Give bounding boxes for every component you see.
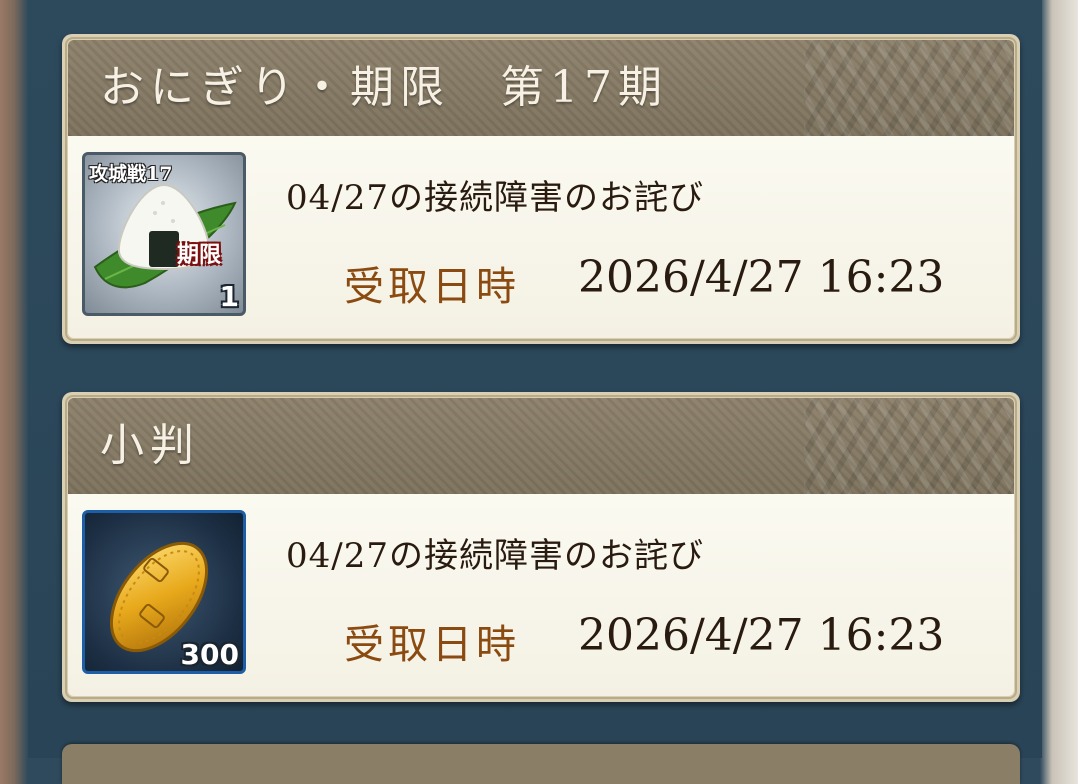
header-weave-pattern [804,398,1014,494]
mail-item-card[interactable]: 小判 300 04/27の接続障害のお詫び 受取日時 2026/4/27 16:… [62,392,1020,702]
item-message: 04/27の接続障害のお詫び [286,178,704,218]
icon-event-label: 攻城戦17 [89,163,173,185]
icon-expiry-badge: 期限 [176,242,221,268]
icon-quantity: 300 [180,638,239,671]
onigiri-icon: 攻城戦17 期限 1 [82,152,246,316]
received-date: 2026/4/27 16:23 [578,610,945,661]
received-label: 受取日時 [344,622,520,668]
item-title: おにぎり・期限 第17期 [100,62,668,113]
item-title: 小判 [100,420,200,471]
koban-icon: 300 [82,510,246,674]
card-body: 攻城戦17 期限 1 04/27の接続障害のお詫び 受取日時 2026/4/27… [68,136,1014,338]
header-weave-pattern [804,40,1014,136]
card-body: 300 04/27の接続障害のお詫び 受取日時 2026/4/27 16:23 [68,494,1014,696]
mail-item-card[interactable]: おにぎり・期限 第17期 攻城戦17 期限 1 04/27の接続障害のお詫び 受… [62,34,1020,344]
card-header: おにぎり・期限 第17期 [68,40,1014,136]
card-header: 小判 [68,398,1014,494]
icon-quantity: 1 [219,280,239,313]
next-mail-item-card-partial[interactable] [62,744,1020,784]
received-date: 2026/4/27 16:23 [578,252,945,303]
received-label: 受取日時 [344,264,520,310]
item-message: 04/27の接続障害のお詫び [286,536,704,576]
